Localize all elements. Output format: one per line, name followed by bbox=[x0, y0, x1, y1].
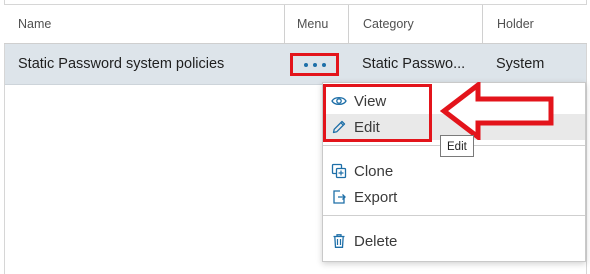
ellipsis-dot bbox=[321, 62, 326, 67]
tooltip: Edit bbox=[440, 135, 474, 157]
menu-item-delete[interactable]: Delete bbox=[323, 228, 585, 254]
menu-item-label: Edit bbox=[354, 118, 380, 136]
export-icon bbox=[330, 188, 348, 206]
column-header-menu[interactable]: Menu bbox=[284, 5, 348, 43]
menu-item-export[interactable]: Export bbox=[323, 184, 585, 210]
menu-item-label: Export bbox=[354, 188, 398, 206]
cell-name: Static Password system policies bbox=[18, 56, 225, 72]
menu-divider bbox=[323, 215, 585, 216]
eye-icon bbox=[330, 92, 348, 110]
trash-icon bbox=[330, 232, 348, 250]
menu-item-label: Clone bbox=[354, 162, 394, 180]
menu-item-clone[interactable]: Clone bbox=[323, 158, 585, 184]
annotation-arrow-icon bbox=[440, 82, 554, 140]
cell-category: Static Passwo... bbox=[362, 56, 466, 72]
cell-holder: System bbox=[496, 56, 545, 72]
column-header-holder[interactable]: Holder bbox=[482, 5, 587, 43]
table-header: Name Menu Category Holder bbox=[4, 4, 587, 44]
ellipsis-dot bbox=[312, 62, 317, 67]
screen: Name Menu Category Holder Static Passwor… bbox=[0, 0, 590, 274]
column-header-name[interactable]: Name bbox=[4, 5, 284, 43]
pencil-icon bbox=[330, 118, 348, 136]
menu-item-label: View bbox=[354, 92, 387, 110]
column-header-category[interactable]: Category bbox=[348, 5, 482, 43]
menu-item-label: Delete bbox=[354, 232, 398, 250]
clone-icon bbox=[330, 162, 348, 180]
row-menu-button[interactable] bbox=[290, 53, 339, 76]
ellipsis-icon bbox=[303, 62, 308, 67]
